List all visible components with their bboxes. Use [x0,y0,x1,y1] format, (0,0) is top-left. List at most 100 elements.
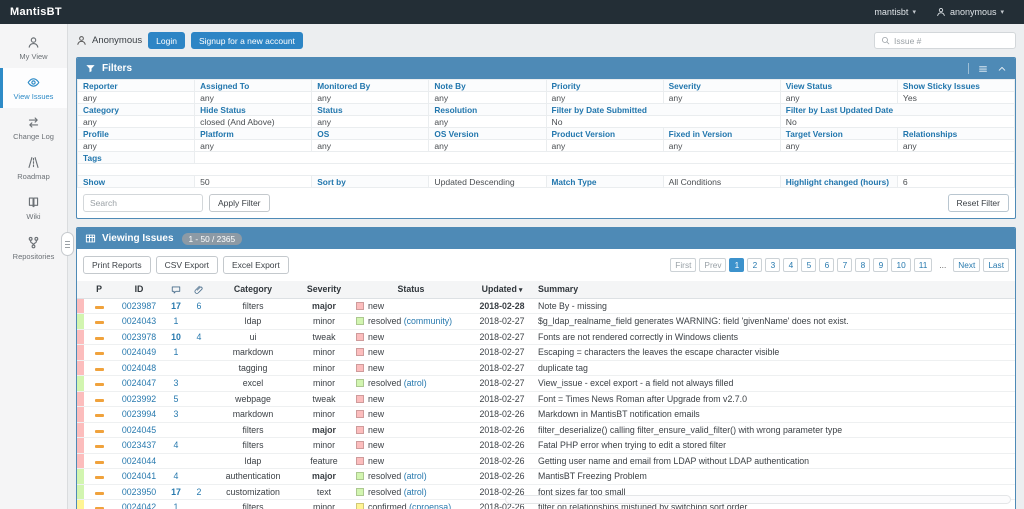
notes-count-link[interactable]: 10 [171,332,181,342]
filter-field-value[interactable]: any [78,116,195,128]
handler-link[interactable]: (community) [404,316,452,326]
notes-count-link[interactable]: 1 [174,347,179,357]
notes-count-link[interactable]: 17 [171,487,181,497]
issue-id-link[interactable]: 0024049 [122,347,156,357]
issue-id-link[interactable]: 0024047 [122,378,156,388]
issue-summary[interactable]: filter_deserialize() calling filter_ensu… [534,422,1015,438]
filter-field-value[interactable]: any [429,116,546,128]
menu-icon[interactable] [978,64,988,74]
page-5[interactable]: 5 [801,258,816,272]
notes-count-link[interactable]: 17 [171,301,181,311]
sidebar-item-view-issues[interactable]: View Issues [0,68,67,108]
filter-field-label[interactable]: Product Version [546,128,663,140]
filter-field-value[interactable]: any [312,92,429,104]
print-reports-button[interactable]: Print Reports [83,256,151,274]
issue-summary[interactable]: $g_ldap_realname_field generates WARNING… [534,314,1015,330]
issue-id-link[interactable]: 0024043 [122,316,156,326]
notes-count-link[interactable]: 5 [174,394,179,404]
filter-field-value[interactable]: No [546,116,780,128]
filter-field-value[interactable]: any [195,92,312,104]
filter-field-value[interactable]: any [78,92,195,104]
attachment-count-link[interactable]: 2 [197,487,202,497]
filter-field-label[interactable]: Relationships [897,128,1014,140]
page-7[interactable]: 7 [837,258,852,272]
issue-summary[interactable]: Fonts are not rendered correctly in Wind… [534,329,1015,345]
handler-link[interactable]: (atrol) [404,487,427,497]
issue-summary[interactable]: Getting user name and email from LDAP wi… [534,453,1015,469]
issue-id-link[interactable]: 0023437 [122,440,156,450]
notes-count-link[interactable]: 3 [174,378,179,388]
filter-field-label[interactable]: Show Sticky Issues [897,80,1014,92]
user-menu[interactable]: anonymous ▾ [926,0,1014,24]
sidebar-item-wiki[interactable]: Wiki [0,188,67,228]
issue-id-link[interactable]: 0024045 [122,425,156,435]
issue-id-link[interactable]: 0024042 [122,502,156,509]
issue-summary[interactable]: Fatal PHP error when trying to edit a st… [534,438,1015,454]
filter-field-label[interactable]: Match Type [546,176,663,188]
column-header-summary[interactable]: Summary [534,281,1015,298]
notes-count-link[interactable]: 4 [174,440,179,450]
page-2[interactable]: 2 [747,258,762,272]
page-11[interactable]: 11 [914,258,933,272]
notes-count-link[interactable]: 1 [174,502,179,509]
filter-field-label[interactable]: OS [312,128,429,140]
filter-field-label[interactable]: Filter by Last Updated Date [780,104,1014,116]
column-header-p[interactable]: P [84,281,114,298]
signup-button[interactable]: Signup for a new account [191,32,303,49]
sidebar-item-roadmap[interactable]: Roadmap [0,148,67,188]
issue-id-link[interactable]: 0024041 [122,471,156,481]
issue-id-link[interactable]: 0024044 [122,456,156,466]
filter-field-label[interactable]: Priority [546,80,663,92]
page-8[interactable]: 8 [855,258,870,272]
handler-link[interactable]: (atrol) [404,378,427,388]
filter-field-label[interactable]: Profile [78,128,195,140]
project-selector[interactable]: mantisbt ▾ [864,0,926,24]
notes-count-link[interactable]: 1 [174,316,179,326]
sidebar-item-my-view[interactable]: My View [0,28,67,68]
issue-number-input[interactable] [894,36,1009,46]
filter-field-label[interactable]: Show [78,176,195,188]
csv-export-button[interactable]: CSV Export [156,256,218,274]
filter-field-value[interactable]: any [780,140,897,152]
filter-field-value[interactable]: any [546,92,663,104]
filter-field-label[interactable]: Platform [195,128,312,140]
column-header-severity[interactable]: Severity [296,281,352,298]
horizontal-scrollbar[interactable] [505,495,1011,504]
column-header-comment-icon[interactable] [164,281,188,298]
filter-field-label[interactable]: Note By [429,80,546,92]
column-header-status[interactable]: Status [352,281,470,298]
filter-field-label[interactable]: Target Version [780,128,897,140]
page-prev[interactable]: Prev [699,258,726,272]
filter-field-label[interactable]: Tags [78,152,195,164]
filter-field-value[interactable]: any [897,140,1014,152]
filter-field-value[interactable]: any [780,92,897,104]
filter-field-value[interactable]: Yes [897,92,1014,104]
filter-field-label[interactable]: Highlight changed (hours) [780,176,897,188]
filter-field-value[interactable]: 50 [195,176,312,188]
issue-summary[interactable]: Escaping = characters the leaves the esc… [534,345,1015,361]
filter-field-value[interactable]: No [780,116,1014,128]
filter-field-label[interactable]: Assigned To [195,80,312,92]
filter-field-label[interactable]: Fixed in Version [663,128,780,140]
attachment-count-link[interactable]: 6 [197,301,202,311]
issue-summary[interactable]: MantisBT Freezing Problem [534,469,1015,485]
handler-link[interactable]: (cproensa) [409,502,451,509]
filter-field-value[interactable]: 6 [897,176,1014,188]
filter-field-label[interactable]: Category [78,104,195,116]
notes-count-link[interactable]: 4 [174,471,179,481]
issue-id-link[interactable]: 0024048 [122,363,156,373]
app-logo[interactable]: MantisBT [10,6,62,18]
attachment-count-link[interactable]: 4 [197,332,202,342]
column-header-id[interactable]: ID [114,281,164,298]
issue-summary[interactable]: View_issue - excel export - a field not … [534,376,1015,392]
reset-filter-button[interactable]: Reset Filter [948,194,1009,212]
filter-search-input[interactable] [83,194,203,212]
issue-id-link[interactable]: 0023994 [122,409,156,419]
collapse-panel-icon[interactable] [997,64,1007,74]
sidebar-item-change-log[interactable]: Change Log [0,108,67,148]
apply-filter-button[interactable]: Apply Filter [209,194,270,212]
filter-field-label[interactable]: Resolution [429,104,546,116]
filter-field-value[interactable]: Updated Descending [429,176,546,188]
page-first[interactable]: First [670,258,696,272]
page-10[interactable]: 10 [891,258,910,272]
